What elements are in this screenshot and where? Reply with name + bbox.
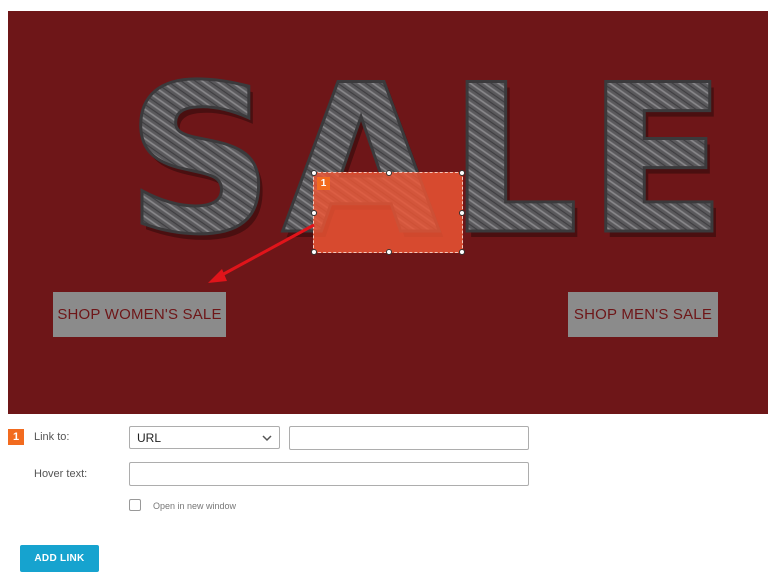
resize-handle[interactable] [386, 249, 392, 255]
resize-handle[interactable] [459, 170, 465, 176]
link-type-value: URL [137, 430, 162, 445]
shop-mens-sale-button[interactable]: SHOP MEN'S SALE [568, 292, 718, 337]
link-hotspot-area[interactable]: 1 [311, 170, 465, 255]
resize-handle[interactable] [386, 170, 392, 176]
hover-text-label: Hover text: [34, 468, 88, 480]
hotspot-number-badge: 1 [317, 177, 330, 190]
hover-text-input[interactable] [129, 462, 529, 486]
link-number-badge: 1 [8, 429, 24, 445]
resize-handle[interactable] [311, 170, 317, 176]
link-to-label: Link to: [34, 431, 70, 443]
banner-image[interactable]: SALE SALE SHOP WOMEN'S SALE SHOP MEN'S S… [8, 11, 768, 414]
chevron-down-icon [262, 435, 272, 442]
link-type-select[interactable]: URL [129, 426, 280, 449]
open-new-window-checkbox[interactable] [129, 499, 141, 511]
url-input[interactable] [289, 426, 529, 450]
resize-handle[interactable] [311, 210, 317, 216]
open-new-window-label[interactable]: Open in new window [153, 501, 236, 511]
add-link-button[interactable]: ADD LINK [20, 545, 99, 572]
resize-handle[interactable] [459, 249, 465, 255]
resize-handle[interactable] [311, 249, 317, 255]
resize-handle[interactable] [459, 210, 465, 216]
shop-womens-sale-button[interactable]: SHOP WOMEN'S SALE [53, 292, 226, 337]
